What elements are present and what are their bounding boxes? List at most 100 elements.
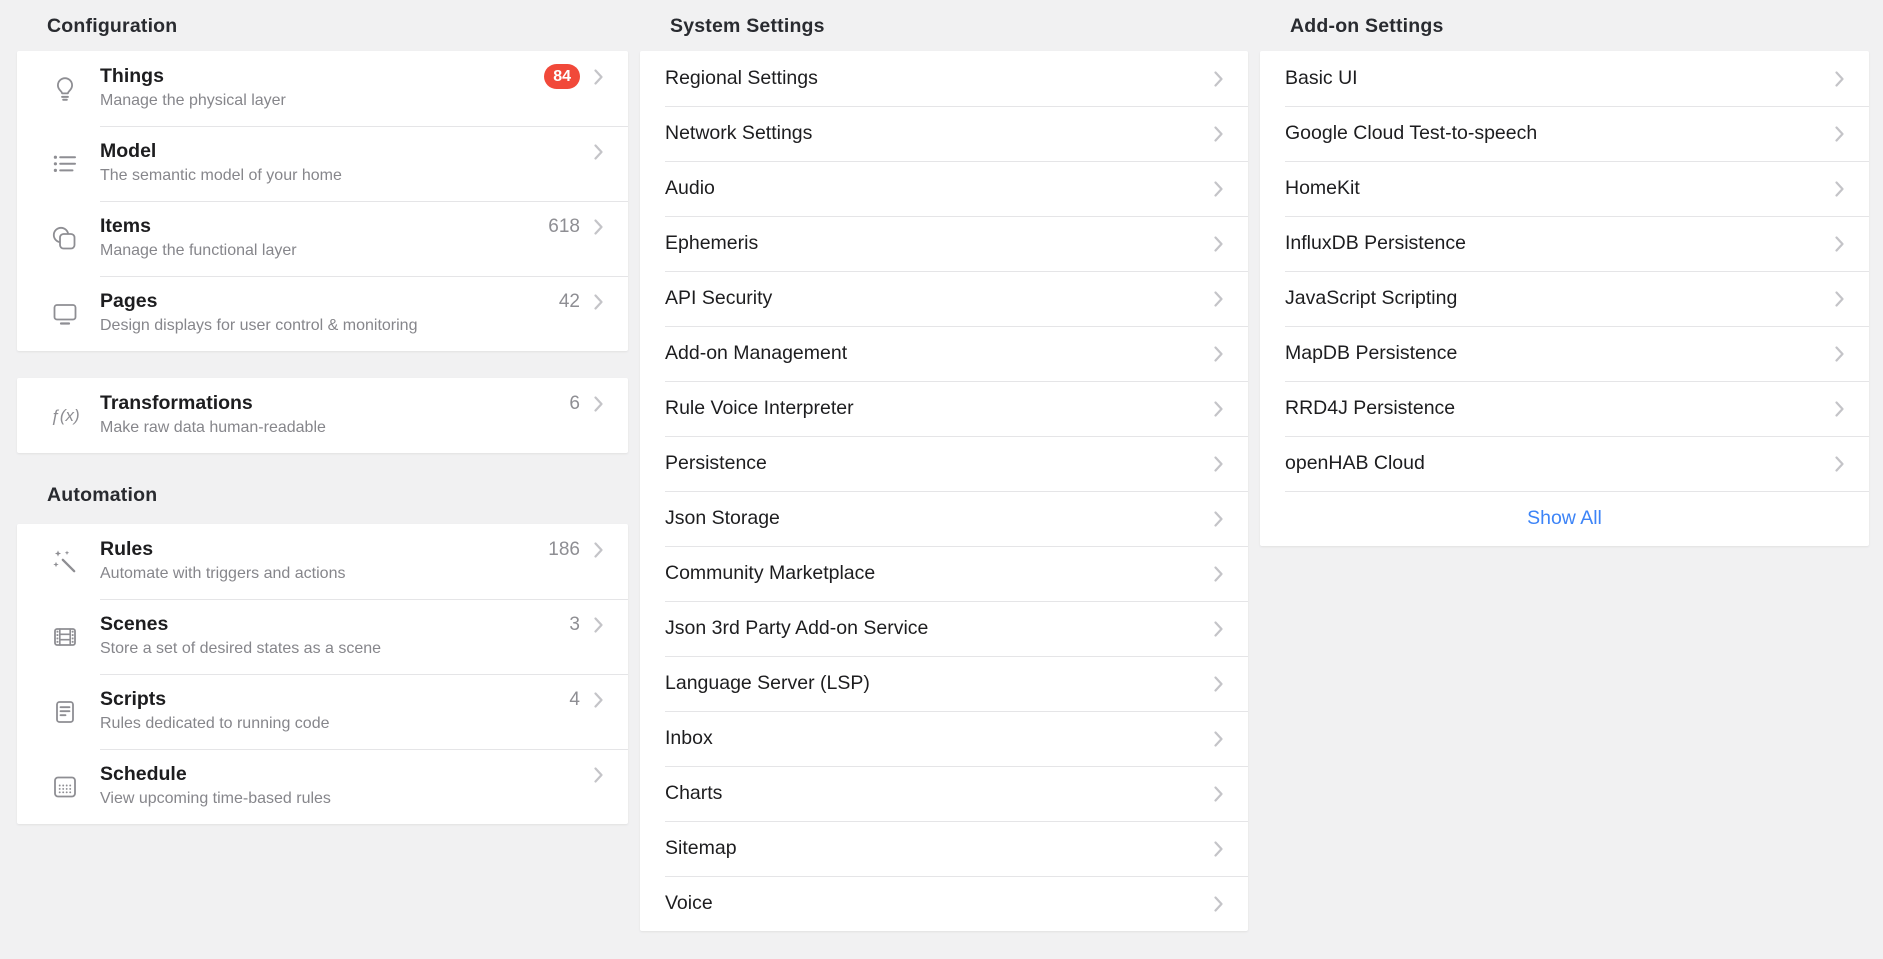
list-item-subtitle: The semantic model of your home (100, 165, 594, 186)
pages-count: 42 (559, 291, 580, 313)
chevron-right-icon (1214, 236, 1223, 252)
list-item-voice[interactable]: Voice (640, 876, 1248, 931)
list-item-label: openHAB Cloud (1285, 452, 1425, 475)
list-item-sitemap[interactable]: Sitemap (640, 821, 1248, 876)
list-item-text: Scenes Store a set of desired states as … (100, 599, 569, 674)
list-item-after (594, 762, 603, 787)
scenes-count: 3 (569, 614, 580, 636)
chevron-right-icon (1835, 126, 1844, 142)
chevron-right-icon (1835, 401, 1844, 417)
list-item-label: HomeKit (1285, 177, 1360, 200)
list-item-things[interactable]: Things Manage the physical layer 84 (17, 51, 628, 126)
list-item-label: Rule Voice Interpreter (665, 397, 854, 420)
list-item-homekit[interactable]: HomeKit (1260, 161, 1869, 216)
chevron-right-icon (1214, 841, 1223, 857)
list-item-javascript-scripting[interactable]: JavaScript Scripting (1260, 271, 1869, 326)
list-item-api-security[interactable]: API Security (640, 271, 1248, 326)
chevron-right-icon (1214, 71, 1223, 87)
settings-page: Configuration Things Manage the physical… (0, 0, 1883, 931)
list-item-label: Charts (665, 782, 722, 805)
items-shapes-icon (50, 224, 80, 254)
list-item-subtitle: Design displays for user control & monit… (100, 315, 559, 336)
list-item-label: RRD4J Persistence (1285, 397, 1455, 420)
list-item-transformations[interactable]: ƒ(x) Transformations Make raw data human… (17, 378, 628, 453)
list-item-label: InfluxDB Persistence (1285, 232, 1466, 255)
list-item-text: Model The semantic model of your home (100, 126, 594, 201)
chevron-right-icon (1214, 731, 1223, 747)
list-item-title: Transformations (100, 391, 569, 416)
list-item-title: Schedule (100, 762, 594, 787)
model-tree-icon (50, 149, 80, 179)
chevron-right-icon (1835, 71, 1844, 87)
list-item-audio[interactable]: Audio (640, 161, 1248, 216)
chevron-right-icon (594, 767, 603, 783)
automation-list-card: Rules Automate with triggers and actions… (17, 524, 628, 824)
list-item-add-on-management[interactable]: Add-on Management (640, 326, 1248, 381)
chevron-right-icon (1214, 511, 1223, 527)
list-item-rule-voice-interpreter[interactable]: Rule Voice Interpreter (640, 381, 1248, 436)
chevron-right-icon (594, 692, 603, 708)
list-item-label: Persistence (665, 452, 767, 475)
list-item-basic-ui[interactable]: Basic UI (1260, 51, 1869, 106)
list-item-network-settings[interactable]: Network Settings (640, 106, 1248, 161)
addon-settings-list-card: Basic UI Google Cloud Test-to-speech Hom… (1260, 51, 1869, 546)
list-item-json-3rd-party-add-on-service[interactable]: Json 3rd Party Add-on Service (640, 601, 1248, 656)
list-item-label: Google Cloud Test-to-speech (1285, 122, 1537, 145)
list-item-ephemeris[interactable]: Ephemeris (640, 216, 1248, 271)
chevron-right-icon (1214, 786, 1223, 802)
list-item-regional-settings[interactable]: Regional Settings (640, 51, 1248, 106)
list-item-scenes[interactable]: Scenes Store a set of desired states as … (17, 599, 628, 674)
list-item-label: Audio (665, 177, 715, 200)
chevron-right-icon (594, 69, 603, 85)
list-item-subtitle: Make raw data human-readable (100, 417, 569, 438)
list-item-subtitle: View upcoming time-based rules (100, 788, 594, 809)
show-all-row[interactable]: Show All (1260, 491, 1869, 546)
system-settings-header: System Settings (640, 14, 1248, 39)
list-item-mapdb-persistence[interactable]: MapDB Persistence (1260, 326, 1869, 381)
list-item-charts[interactable]: Charts (640, 766, 1248, 821)
list-item-after: 186 (548, 537, 603, 562)
list-item-inbox[interactable]: Inbox (640, 711, 1248, 766)
list-item-label: JavaScript Scripting (1285, 287, 1457, 310)
list-item-rrd4j-persistence[interactable]: RRD4J Persistence (1260, 381, 1869, 436)
list-item-after: 4 (569, 687, 603, 712)
list-item-json-storage[interactable]: Json Storage (640, 491, 1248, 546)
list-item-subtitle: Manage the physical layer (100, 90, 544, 111)
list-item-title: Scripts (100, 687, 569, 712)
list-item-scripts[interactable]: Scripts Rules dedicated to running code … (17, 674, 628, 749)
list-item-openhab-cloud[interactable]: openHAB Cloud (1260, 436, 1869, 491)
addon-settings-list: Basic UI Google Cloud Test-to-speech Hom… (1260, 51, 1869, 491)
list-item-community-marketplace[interactable]: Community Marketplace (640, 546, 1248, 601)
list-item-after: 618 (548, 214, 603, 239)
chevron-right-icon (594, 617, 603, 633)
chevron-right-icon (1214, 401, 1223, 417)
show-all-link[interactable]: Show All (1527, 507, 1602, 530)
list-item-title: Rules (100, 537, 548, 562)
list-item-persistence[interactable]: Persistence (640, 436, 1248, 491)
list-item-after (594, 139, 603, 164)
list-item-schedule[interactable]: Schedule View upcoming time-based rules (17, 749, 628, 824)
list-item-influxdb-persistence[interactable]: InfluxDB Persistence (1260, 216, 1869, 271)
list-item-pages[interactable]: Pages Design displays for user control &… (17, 276, 628, 351)
list-item-google-cloud-test-to-speech[interactable]: Google Cloud Test-to-speech (1260, 106, 1869, 161)
list-item-model[interactable]: Model The semantic model of your home (17, 126, 628, 201)
things-badge: 84 (544, 64, 580, 89)
script-document-icon (50, 697, 80, 727)
list-item-rules[interactable]: Rules Automate with triggers and actions… (17, 524, 628, 599)
chevron-right-icon (1214, 566, 1223, 582)
list-item-language-server-lsp[interactable]: Language Server (LSP) (640, 656, 1248, 711)
list-item-label: Ephemeris (665, 232, 758, 255)
pages-display-icon (50, 299, 80, 329)
addon-settings-header: Add-on Settings (1260, 14, 1869, 39)
chevron-right-icon (594, 144, 603, 160)
chevron-right-icon (1835, 456, 1844, 472)
chevron-right-icon (1835, 291, 1844, 307)
chevron-right-icon (594, 396, 603, 412)
list-item-title: Things (100, 64, 544, 89)
chevron-right-icon (1835, 346, 1844, 362)
list-item-label: Language Server (LSP) (665, 672, 870, 695)
transformations-count: 6 (569, 393, 580, 415)
transformations-list-card: ƒ(x) Transformations Make raw data human… (17, 378, 628, 453)
list-item-items[interactable]: Items Manage the functional layer 618 (17, 201, 628, 276)
addon-settings-column: Add-on Settings Basic UI Google Cloud Te… (1260, 0, 1869, 931)
